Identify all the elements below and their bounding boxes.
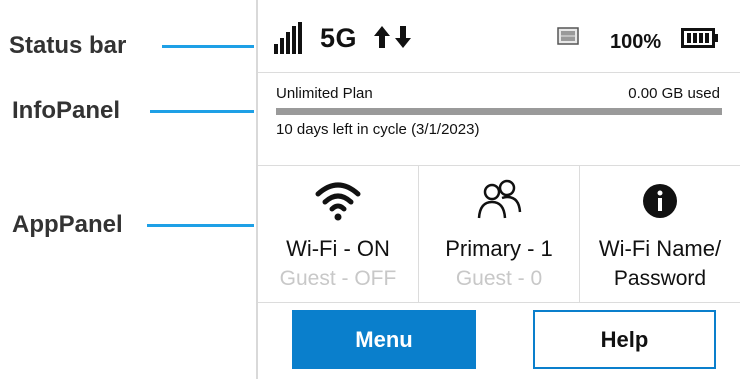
battery-full-icon [681,28,718,48]
wifi-icon [315,182,361,221]
signal-bars-icon [274,22,304,54]
sim-card-icon [557,27,579,45]
status-bar-callout-label: Status bar [9,32,127,59]
wifi-name-password-tile[interactable]: Wi-Fi Name/ Password [580,166,740,302]
primary-device-count: Primary - 1 [445,236,553,261]
device-screen: 5G 100% Unlimited Plan 0.00 GB used 10 d… [256,0,740,379]
app-panel-callout-label: AppPanel [12,211,123,238]
info-panel-callout-label: InfoPanel [12,97,121,124]
menu-button[interactable]: Menu [292,310,476,369]
usage-progress-bar [276,108,722,115]
status-bar-callout: Status bar [0,32,126,60]
app-panel: Wi-Fi - ON Guest - OFF Primary - 1 Guest… [258,166,740,303]
password-label: Password [613,267,707,290]
users-icon [477,179,522,219]
network-type: 5G [320,23,358,53]
status-bar-callout-line [162,45,254,48]
billing-cycle: 10 days left in cycle (3/1/2023) [276,121,480,138]
info-panel: Unlimited Plan 0.00 GB used 10 days left… [258,73,740,166]
plan-name: Unlimited Plan [276,85,373,102]
info-icon [643,184,677,218]
wifi-tile[interactable]: Wi-Fi - ON Guest - OFF [258,166,419,302]
help-button[interactable]: Help [533,310,716,369]
wifi-name-label: Wi-Fi Name/ [598,236,722,261]
app-panel-callout-line [147,224,254,227]
guest-wifi-status: Guest - OFF [279,267,397,290]
data-usage: 0.00 GB used [628,85,720,102]
battery-percent: 100% [610,31,662,53]
info-panel-callout-line [150,110,254,113]
info-panel-callout: InfoPanel [0,97,120,125]
wifi-status: Wi-Fi - ON [286,236,390,261]
guest-device-count: Guest - 0 [455,267,543,290]
connected-devices-tile[interactable]: Primary - 1 Guest - 0 [419,166,580,302]
button-row: Menu Help [258,303,740,379]
up-down-arrows-icon [374,26,411,48]
status-bar: 5G 100% [258,0,740,73]
app-panel-callout: AppPanel [0,211,123,239]
